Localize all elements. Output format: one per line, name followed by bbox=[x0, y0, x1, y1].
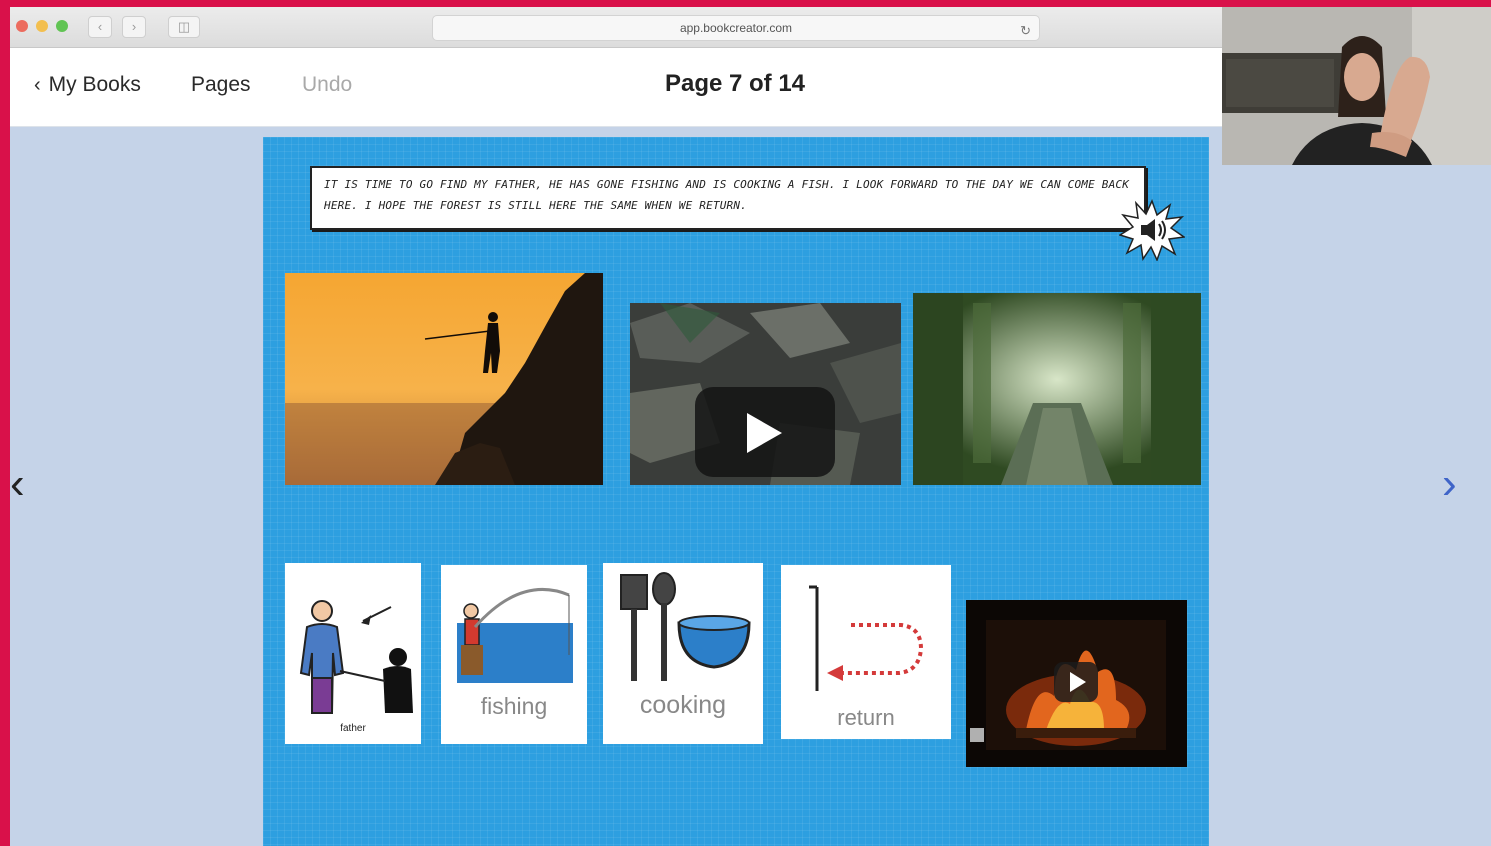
fireplace-video-player[interactable] bbox=[966, 600, 1187, 767]
book-page: It is time to go find my father, he has … bbox=[263, 137, 1209, 846]
close-window-icon[interactable] bbox=[16, 20, 28, 32]
app-toolbar: ‹ My Books Pages Undo Page 7 of 14 bbox=[10, 48, 1222, 127]
fishing-label: fishing bbox=[480, 693, 548, 719]
sidebar-toggle-button[interactable]: ◫ bbox=[168, 16, 200, 38]
reload-icon[interactable]: ↻ bbox=[1020, 19, 1031, 43]
narration-text-box[interactable]: It is time to go find my father, he has … bbox=[310, 166, 1146, 230]
forest-path-image[interactable] bbox=[913, 293, 1201, 485]
symbol-card-fishing[interactable]: fishing bbox=[441, 565, 587, 744]
minimize-window-icon[interactable] bbox=[36, 20, 48, 32]
cooking-label: cooking bbox=[639, 691, 727, 719]
fisherman-silhouette-image[interactable] bbox=[285, 273, 603, 485]
rocks-video-player[interactable] bbox=[630, 303, 901, 485]
address-bar[interactable]: app.bookcreator.com ↻ bbox=[432, 15, 1040, 41]
father-label: father bbox=[340, 723, 366, 734]
father-child-icon bbox=[299, 600, 413, 714]
symbol-card-cooking[interactable]: cooking bbox=[603, 563, 763, 744]
previous-page-arrow-icon[interactable]: ‹ bbox=[10, 462, 25, 506]
url-text: app.bookcreator.com bbox=[679, 21, 793, 35]
symbol-card-father[interactable]: father bbox=[285, 563, 421, 744]
return-label: return bbox=[837, 705, 895, 730]
fishing-icon bbox=[457, 587, 573, 683]
speaker-icon[interactable] bbox=[1119, 199, 1185, 261]
webcam-video bbox=[1222, 7, 1491, 165]
maximize-window-icon[interactable] bbox=[56, 20, 68, 32]
screen: ‹ › ◫ app.bookcreator.com ↻ ‹ My Books Pa… bbox=[10, 7, 1491, 846]
cooking-utensils-icon bbox=[620, 572, 751, 681]
return-arrow-icon bbox=[809, 585, 924, 691]
chevron-right-icon: › bbox=[131, 19, 137, 34]
symbol-card-return[interactable]: return bbox=[781, 565, 951, 739]
browser-forward-button[interactable]: › bbox=[122, 16, 146, 38]
browser-chrome: ‹ › ◫ app.bookcreator.com ↻ bbox=[10, 7, 1222, 48]
sidebar-icon: ◫ bbox=[177, 19, 191, 34]
chevron-left-icon: ‹ bbox=[97, 19, 103, 34]
browser-back-button[interactable]: ‹ bbox=[88, 16, 112, 38]
next-page-arrow-icon[interactable]: › bbox=[1442, 462, 1457, 506]
